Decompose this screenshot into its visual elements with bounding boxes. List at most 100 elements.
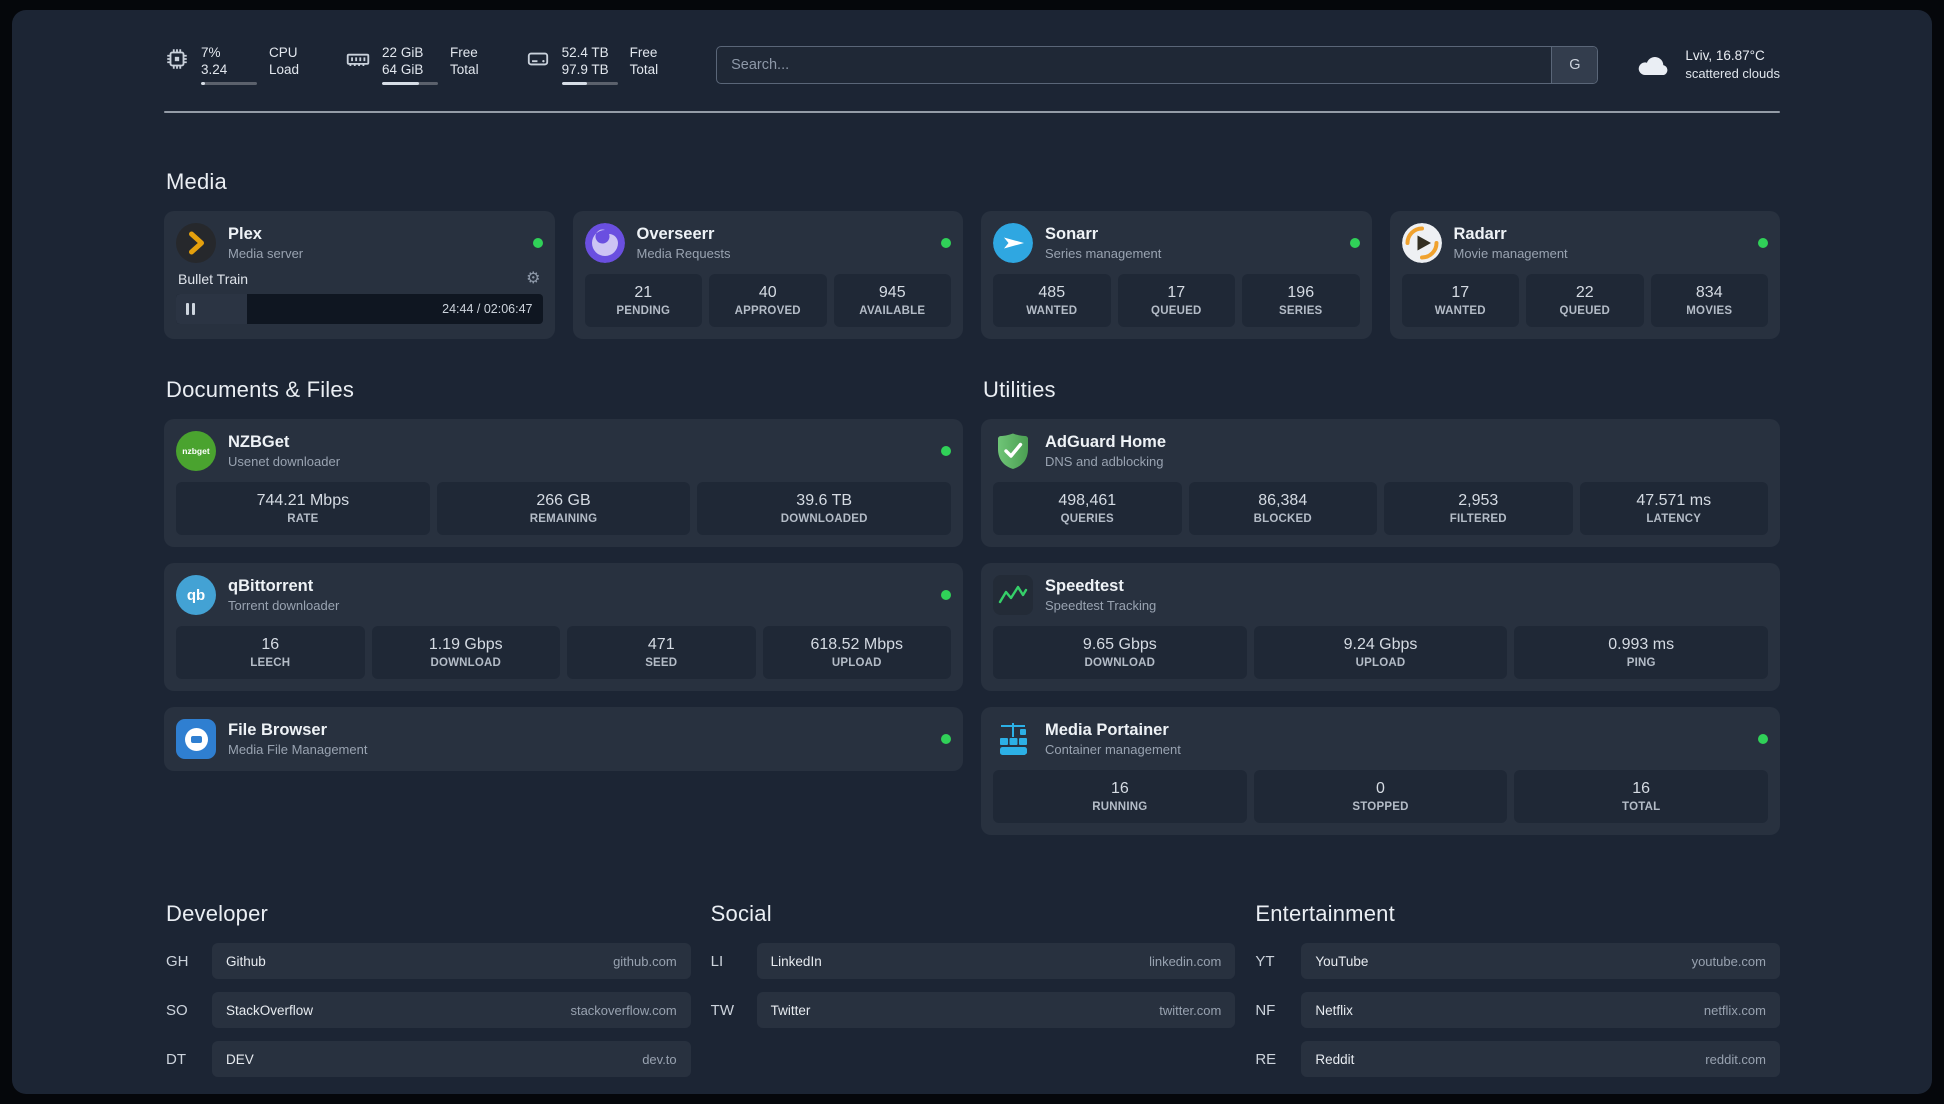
bookmark-name: Netflix <box>1315 1002 1353 1018</box>
stat-label: QUEUED <box>1559 305 1610 317</box>
filebrowser-card[interactable]: File Browser Media File Management <box>164 707 963 771</box>
utilities-column: Utilities AdGuard Home DNS and adblockin… <box>981 377 1780 835</box>
topbar-divider <box>164 111 1780 113</box>
service-subtitle: DNS and adblocking <box>1045 454 1164 469</box>
bookmark-url: github.com <box>613 953 677 969</box>
service-name: qBittorrent <box>228 577 314 595</box>
section-title-media: Media <box>166 169 227 194</box>
bookmark-reddit[interactable]: RE Reddit reddit.com <box>1253 1041 1780 1077</box>
stat-tile: 0.993 ms PING <box>1514 626 1769 679</box>
bookmark-abbr: TW <box>710 1001 734 1019</box>
cloud-icon <box>1639 56 1668 75</box>
stat-tile: 9.65 Gbps DOWNLOAD <box>993 626 1247 679</box>
status-dot <box>941 446 951 456</box>
stat-tile: 618.52 Mbps UPLOAD <box>762 626 951 679</box>
stat-value: 9.65 Gbps <box>1082 636 1157 653</box>
status-dot <box>1758 238 1768 248</box>
playback-progress-bar[interactable]: 24:44 / 02:06:47 <box>176 294 543 324</box>
stat-value: 17 <box>1451 284 1470 301</box>
stat-label: QUERIES <box>1060 513 1114 525</box>
bookmark-netflix[interactable]: NF Netflix netflix.com <box>1253 992 1780 1028</box>
bookmarks-developer: Developer GH Github github.com SO StackO… <box>164 901 691 1077</box>
stat-value: 2,953 <box>1458 492 1499 509</box>
bookmark-youtube[interactable]: YT YouTube youtube.com <box>1253 943 1780 979</box>
stat-tile: 16 TOTAL <box>1514 770 1769 823</box>
stat-tile: 40 APPROVED <box>709 274 827 327</box>
speedtest-card[interactable]: Speedtest Speedtest Tracking 9.65 Gbps D… <box>981 563 1780 691</box>
bookmarks-social: Social LI LinkedIn linkedin.com TW Twitt… <box>709 901 1236 1028</box>
memory-progress-bar <box>382 82 439 85</box>
bookmark-name: StackOverflow <box>226 1002 314 1018</box>
bookmark-twitter[interactable]: TW Twitter twitter.com <box>709 992 1236 1028</box>
disk-progress-fill <box>561 82 588 85</box>
stat-tile: 17 WANTED <box>1401 274 1519 327</box>
service-subtitle: Speedtest Tracking <box>1045 598 1157 613</box>
stat-label: REMAINING <box>529 513 598 525</box>
pause-icon[interactable] <box>186 303 195 315</box>
bookmark-stackoverflow[interactable]: SO StackOverflow stackoverflow.com <box>164 992 691 1028</box>
speedtest-icon <box>993 575 1033 615</box>
bookmark-url: stackoverflow.com <box>570 1002 677 1018</box>
sonarr-icon <box>993 223 1033 263</box>
plex-card[interactable]: Plex Media server Bullet Train ⚙ 24:44 /… <box>164 211 555 339</box>
search-input[interactable] <box>717 46 1552 83</box>
cpu-load: 3.24 <box>201 62 228 77</box>
service-name: Overseerr <box>636 225 715 243</box>
stat-value: 21 <box>634 284 653 301</box>
sonarr-card[interactable]: Sonarr Series management 485 WANTED 17 Q… <box>981 211 1372 339</box>
section-media: Media Plex Media server Bullet Train ⚙ 2… <box>164 169 1780 339</box>
bookmarks-area: Developer GH Github github.com SO StackO… <box>164 901 1780 1077</box>
weather-location: Lviv, 16.87°C <box>1685 47 1765 63</box>
stat-tile: 9.24 Gbps UPLOAD <box>1253 626 1508 679</box>
stat-value: 196 <box>1287 284 1315 301</box>
disk-progress-bar <box>561 82 618 85</box>
bookmark-name: Reddit <box>1315 1051 1355 1067</box>
stat-label: APPROVED <box>734 305 801 317</box>
nzbget-card[interactable]: nzbget NZBGet Usenet downloader 744.21 M… <box>164 419 963 547</box>
search-provider-button[interactable]: G <box>1551 46 1598 83</box>
memory-widget: 22 GiB 64 GiB Free Total <box>345 44 479 85</box>
bookmark-linkedin[interactable]: LI LinkedIn linkedin.com <box>709 943 1236 979</box>
bookmark-dev[interactable]: DT DEV dev.to <box>164 1041 691 1077</box>
bookmark-url: netflix.com <box>1703 1002 1766 1018</box>
portainer-card[interactable]: Media Portainer Container management 16 … <box>981 707 1780 835</box>
stat-value: 834 <box>1695 284 1723 301</box>
stat-label: WANTED <box>1434 305 1486 317</box>
bookmark-abbr: GH <box>166 952 189 970</box>
stat-label: RATE <box>287 513 319 525</box>
memory-total: 64 GiB <box>382 62 424 77</box>
stat-tile: 86,384 BLOCKED <box>1188 482 1377 535</box>
stat-value: 618.52 Mbps <box>810 636 903 653</box>
section-title-entertainment: Entertainment <box>1255 901 1395 926</box>
service-subtitle: Container management <box>1045 742 1181 757</box>
plex-icon <box>176 223 216 263</box>
service-name: Sonarr <box>1045 225 1099 243</box>
adguard-card[interactable]: AdGuard Home DNS and adblocking 498,461 … <box>981 419 1780 547</box>
stat-value: 22 <box>1575 284 1594 301</box>
bookmarks-entertainment: Entertainment YT YouTube youtube.com NF … <box>1253 901 1780 1077</box>
cpu-label-top: CPU <box>269 45 298 60</box>
stat-label: LEECH <box>250 657 291 669</box>
cpu-widget: 7% 3.24 CPU Load <box>164 44 299 85</box>
portainer-icon <box>993 719 1033 759</box>
stat-value: 0.993 ms <box>1608 636 1675 653</box>
status-dot <box>532 238 543 248</box>
radarr-card[interactable]: Radarr Movie management 17 WANTED 22 QUE… <box>1389 211 1780 339</box>
stat-tile: 16 RUNNING <box>993 770 1247 823</box>
bookmark-abbr: NF <box>1255 1001 1276 1019</box>
bookmark-url: reddit.com <box>1705 1051 1766 1067</box>
topbar: 7% 3.24 CPU Load 22 GiB 64 GiB Free Tota… <box>164 44 1780 85</box>
documents-column: Documents & Files nzbget NZBGet Usenet d… <box>164 377 963 771</box>
cpu-progress-fill <box>201 82 205 85</box>
stat-tile: 266 GB REMAINING <box>436 482 691 535</box>
disk-icon <box>527 52 548 66</box>
gear-icon[interactable]: ⚙ <box>526 271 540 287</box>
stat-tile: 22 QUEUED <box>1526 274 1644 327</box>
bookmark-github[interactable]: GH Github github.com <box>164 943 691 979</box>
overseerr-card[interactable]: Overseerr Media Requests 21 PENDING 40 A… <box>572 211 963 339</box>
stat-tile: 47.571 ms LATENCY <box>1579 482 1768 535</box>
qbittorrent-card[interactable]: qb qBittorrent Torrent downloader 16 LEE… <box>164 563 963 691</box>
playback-time: 24:44 / 02:06:47 <box>442 302 533 316</box>
two-column-area: Documents & Files nzbget NZBGet Usenet d… <box>164 377 1780 835</box>
bookmark-url: youtube.com <box>1691 953 1766 969</box>
